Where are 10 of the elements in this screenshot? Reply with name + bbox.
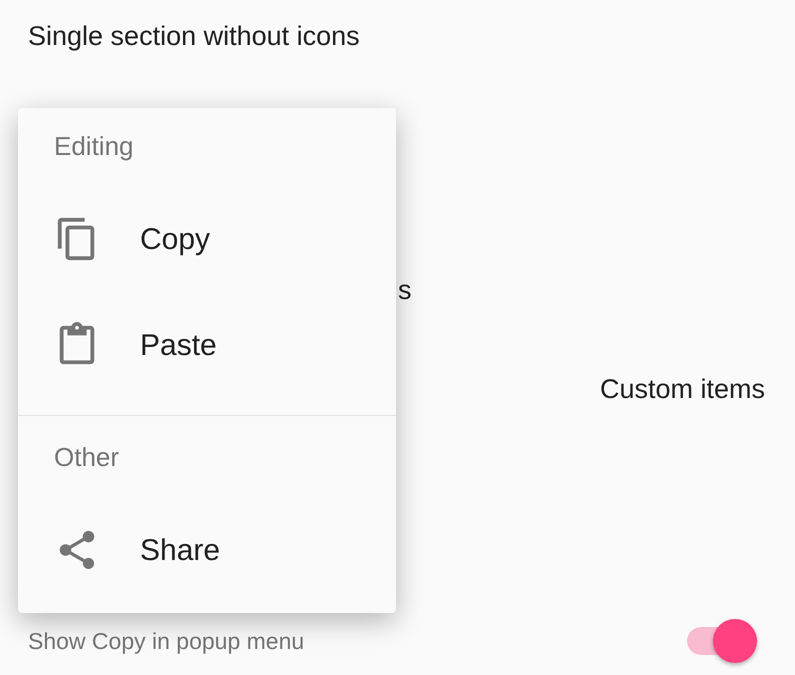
menu-item[interactable]: Paste (18, 292, 396, 398)
page-title: Single section without icons (28, 21, 360, 51)
menu-section-header: Other (54, 440, 120, 474)
list-item-text: Custom items (600, 376, 765, 400)
setting-label: Show Copy in popup menu (28, 626, 304, 656)
list-item-text: s (398, 275, 412, 305)
menu-item[interactable]: Copy (18, 186, 396, 292)
menu-section-header: Editing (54, 130, 134, 162)
toggle-switch[interactable] (687, 619, 757, 663)
menu-item[interactable]: Share (18, 497, 396, 603)
